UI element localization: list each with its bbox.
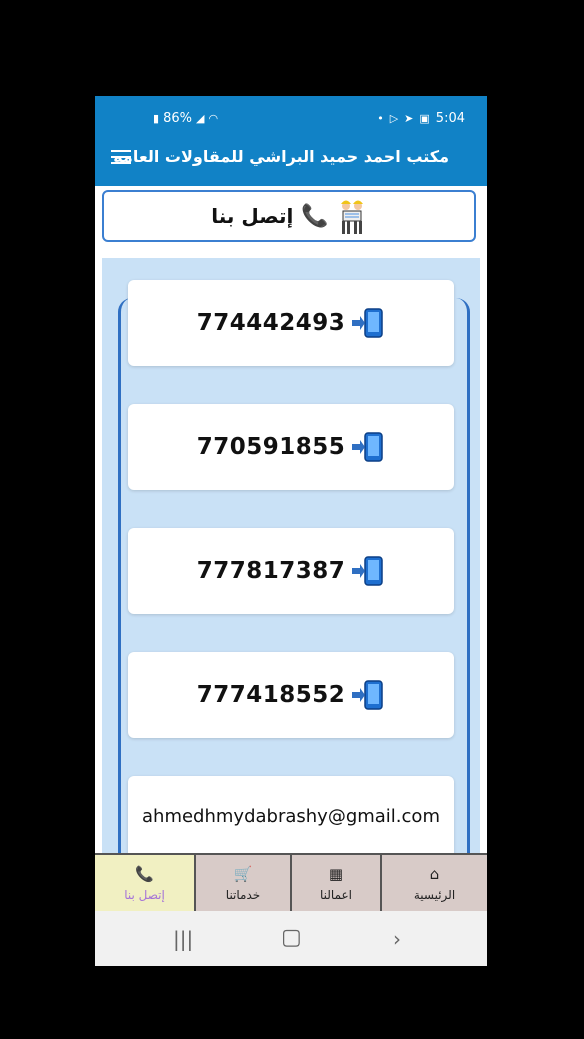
mobile-incoming-icon bbox=[352, 556, 384, 586]
nav-label: الرئيسية bbox=[413, 887, 456, 902]
nav-label: خدماتنا bbox=[225, 887, 261, 902]
signal-icon: ◢ bbox=[195, 111, 205, 125]
telegram-icon: ➤ bbox=[404, 111, 414, 125]
contact-header-title: إتصل بنا bbox=[211, 204, 294, 228]
mobile-incoming-icon bbox=[352, 432, 384, 462]
status-left: ▮ 86% ◢ ◠ bbox=[153, 111, 218, 126]
phone-card-2[interactable]: 770591855 bbox=[128, 404, 454, 490]
battery-percentage: 86% bbox=[163, 111, 192, 126]
contact-header-card: إتصل بنا 📞 bbox=[102, 190, 476, 242]
bottom-navigation: 📞 إتصل بنا 🛒 خدماتنا ▦ اعمالنا ⌂ الرئيسي… bbox=[95, 853, 487, 913]
home-button-icon[interactable]: ▢ bbox=[281, 925, 302, 950]
app-title: مكتب احمد حميد البراشي للمقاولات العامه bbox=[113, 147, 449, 166]
back-icon[interactable]: › bbox=[393, 927, 401, 951]
play-store-icon: ▷ bbox=[389, 111, 399, 125]
home-icon: ⌂ bbox=[429, 864, 440, 883]
contact-list-area[interactable]: 774442493 770591855 777817387 777418552 … bbox=[102, 258, 480, 858]
nav-services[interactable]: 🛒 خدماتنا bbox=[196, 855, 292, 911]
status-right: • ▷ ➤ ▣ 5:04 bbox=[377, 111, 465, 126]
dot-icon: • bbox=[377, 111, 384, 125]
phone-icon: 📞 bbox=[135, 864, 154, 883]
nav-home[interactable]: ⌂ الرئيسية bbox=[382, 855, 487, 911]
cart-icon: 🛒 bbox=[233, 864, 253, 883]
battery-icon: ▮ bbox=[153, 111, 160, 125]
phone-number: 777418552 bbox=[196, 682, 346, 708]
phone-number: 770591855 bbox=[196, 434, 346, 460]
image-icon: ▣ bbox=[419, 111, 430, 125]
phone-number: 777817387 bbox=[196, 558, 346, 584]
system-navigation-bar: ||| ▢ › bbox=[95, 911, 487, 966]
phone-card-3[interactable]: 777817387 bbox=[128, 528, 454, 614]
recent-apps-icon[interactable]: ||| bbox=[173, 927, 193, 951]
phone-icon: 📞 bbox=[301, 203, 329, 229]
phone-number: 774442493 bbox=[196, 310, 346, 336]
nav-contact-us[interactable]: 📞 إتصل بنا bbox=[95, 855, 196, 911]
store-icon: ▦ bbox=[328, 864, 344, 883]
phone-card-4[interactable]: 777418552 bbox=[128, 652, 454, 738]
phone-card-1[interactable]: 774442493 bbox=[128, 280, 454, 366]
workers-icon bbox=[340, 200, 363, 234]
nav-label: إتصل بنا bbox=[124, 887, 165, 902]
email-address: ahmedhmydabrashy@gmail.com bbox=[142, 806, 440, 827]
phone-screen: ▮ 86% ◢ ◠ • ▷ ➤ ▣ 5:04 مكتب احمد حميد ال… bbox=[95, 96, 487, 966]
nav-label: اعمالنا bbox=[319, 887, 353, 902]
mobile-incoming-icon bbox=[352, 308, 384, 338]
mobile-incoming-icon bbox=[352, 680, 384, 710]
nav-our-works[interactable]: ▦ اعمالنا bbox=[292, 855, 382, 911]
status-time: 5:04 bbox=[435, 111, 465, 126]
app-bar: مكتب احمد حميد البراشي للمقاولات العامه bbox=[95, 134, 487, 186]
wifi-icon: ◠ bbox=[208, 111, 219, 125]
email-card[interactable]: ahmedhmydabrashy@gmail.com bbox=[128, 776, 454, 858]
